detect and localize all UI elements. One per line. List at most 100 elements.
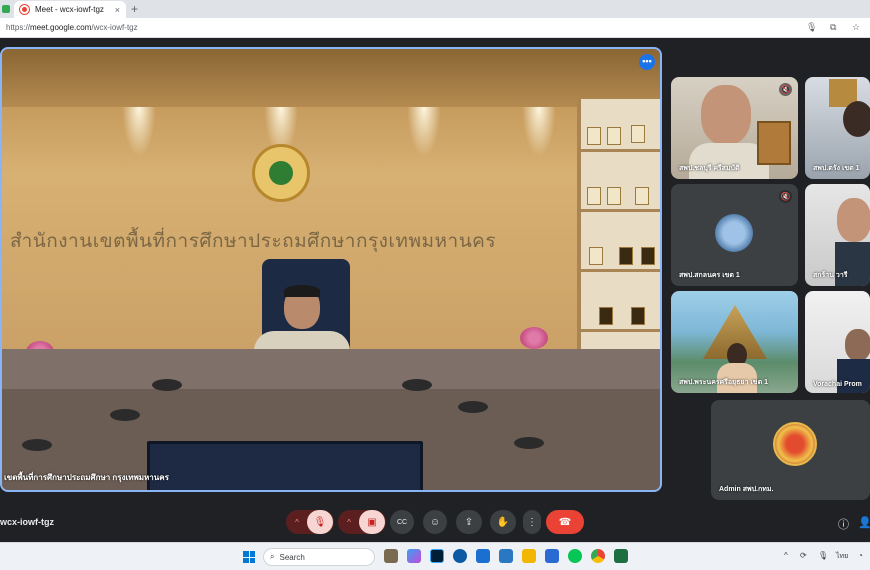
- taskbar-search-box[interactable]: ⌕ Search: [263, 548, 375, 566]
- mic-muted-icon: 🔇: [779, 83, 792, 96]
- present-now-button[interactable]: ⇪: [456, 510, 482, 534]
- address-bar[interactable]: https://meet.google.com/wcx-iowf-tgz 🎙 ⧉…: [0, 18, 870, 38]
- tile-more-options-icon[interactable]: •••: [639, 54, 655, 70]
- raise-hand-button[interactable]: ✋: [490, 510, 516, 534]
- participant-face: [837, 198, 870, 242]
- meeting-details-icon[interactable]: ⓘ: [838, 516, 849, 532]
- participant-name: Vorachai Prom: [813, 381, 862, 388]
- copilot-icon[interactable]: [407, 549, 421, 563]
- camera-off-button[interactable]: ▣: [359, 510, 385, 534]
- flower-vase: [520, 327, 548, 349]
- participant-name: สกร้าน วารี: [813, 272, 848, 279]
- tray-microphone-icon[interactable]: 🎙: [818, 551, 828, 560]
- desk-microphone: [110, 409, 140, 421]
- ceiling-light: [122, 107, 156, 157]
- participant-tile[interactable]: สกร้าน วารี: [805, 184, 870, 286]
- line-icon[interactable]: [568, 549, 582, 563]
- more-vert-icon: ⋮: [527, 516, 537, 528]
- desk-microphone: [402, 379, 432, 391]
- url-text[interactable]: https://meet.google.com/wcx-iowf-tgz: [6, 23, 138, 32]
- main-video-tile[interactable]: สำนักงานเขตพื้นที่การศึกษาประถมศึกษากรุง…: [0, 47, 662, 492]
- tray-language[interactable]: ไทย: [836, 551, 848, 562]
- meet-control-bar: wcx-iowf-tgz ^ 🎙 ^ ▣ CC ☺ ⇪ ✋ ⋮ ☎ ⓘ 👤: [0, 500, 870, 542]
- participant-tile[interactable]: 🔇 สพป.สกลนคร เขต 1: [671, 184, 798, 286]
- chrome-icon[interactable]: [591, 549, 605, 563]
- desk-microphone: [514, 437, 544, 449]
- mic-off-button[interactable]: 🎙: [307, 510, 333, 534]
- install-app-icon[interactable]: ⧉: [830, 22, 836, 33]
- participant-name: Admin สพป.กทม.: [719, 486, 774, 493]
- participant-tile[interactable]: Admin สพป.กทม.: [711, 400, 870, 500]
- participant-tile[interactable]: Vorachai Prom: [805, 291, 870, 393]
- participant-avatar: [715, 214, 753, 252]
- url-scheme: https://: [6, 23, 31, 32]
- main-tile-name-label: เขตพื้นที่การศึกษาประถมศึกษา กรุงเทพมหาน…: [4, 473, 169, 482]
- folder-icon[interactable]: [522, 549, 536, 563]
- participant-tile[interactable]: สพป.พระนครศรีอยุธยา เขต 1: [671, 291, 798, 393]
- url-host: meet.google.com: [30, 23, 92, 32]
- tab-group-icon[interactable]: [2, 5, 10, 13]
- file-explorer-icon[interactable]: [384, 549, 398, 563]
- more-options-button[interactable]: ⋮: [523, 510, 541, 534]
- participant-avatar: [773, 422, 817, 466]
- emoji-icon: ☺: [429, 516, 441, 528]
- participant-name: สพป.ตรัง เขต 1: [813, 165, 860, 172]
- search-icon: ⌕: [270, 552, 275, 561]
- speaker-hair: [284, 285, 320, 297]
- desk-microphone: [152, 379, 182, 391]
- app-icon[interactable]: [499, 549, 513, 563]
- tab-close-icon[interactable]: ×: [115, 5, 120, 15]
- search-placeholder: Search: [279, 552, 305, 562]
- browser-tab-meet[interactable]: Meet - wcx-iowf-tgz ×: [14, 1, 126, 18]
- portrait-frame: [757, 121, 791, 165]
- participant-name: สพป.ชลบุรี ศรีสมบัติ: [679, 165, 740, 172]
- wall-sign-text: สำนักงานเขตพื้นที่การศึกษาประถมศึกษากรุง…: [10, 230, 497, 252]
- desk-monitor: [147, 441, 423, 490]
- notepad-icon[interactable]: [545, 549, 559, 563]
- mic-control-group[interactable]: ^ 🎙: [286, 510, 334, 534]
- camera-control-group[interactable]: ^ ▣: [338, 510, 386, 534]
- captions-icon: CC: [396, 518, 408, 526]
- windows-taskbar: ⌕ Search ^ ⟳ 🎙 ไทย ◔: [0, 542, 870, 570]
- conference-table-top: [2, 349, 660, 389]
- end-call-icon: ☎: [558, 516, 572, 528]
- meeting-code: wcx-iowf-tgz: [0, 517, 54, 527]
- tab-title: Meet - wcx-iowf-tgz: [35, 5, 104, 14]
- store-icon[interactable]: [476, 549, 490, 563]
- participant-name: สพป.สกลนคร เขต 1: [679, 272, 740, 279]
- tray-sync-icon[interactable]: ⟳: [800, 551, 807, 560]
- captions-button[interactable]: CC: [390, 510, 414, 534]
- participant-name: สพป.พระนครศรีอยุธยา เขต 1: [679, 379, 768, 386]
- url-path: /wcx-iowf-tgz: [91, 23, 138, 32]
- ceiling-light: [407, 107, 441, 157]
- mic-off-icon: 🎙: [313, 516, 327, 528]
- bookmark-star-icon[interactable]: ☆: [852, 22, 860, 33]
- microphone-icon[interactable]: 🎙: [806, 22, 817, 33]
- desk-microphone: [458, 401, 488, 413]
- hand-icon: ✋: [496, 516, 510, 528]
- leave-call-button[interactable]: ☎: [546, 510, 584, 534]
- windows-start-icon[interactable]: [243, 551, 255, 563]
- camera-options-caret-icon[interactable]: ^: [339, 518, 359, 527]
- tray-chevron-icon[interactable]: ^: [784, 551, 788, 560]
- present-icon: ⇪: [464, 516, 474, 528]
- desk-microphone: [22, 439, 52, 451]
- meet-recording-icon: [20, 5, 29, 14]
- browser-tab-strip: Meet - wcx-iowf-tgz × +: [0, 0, 870, 18]
- people-icon[interactable]: 👤: [858, 516, 870, 529]
- mic-muted-icon: 🔇: [779, 190, 792, 203]
- ministry-emblem: [252, 144, 310, 202]
- participant-tile[interactable]: 🔇 สพป.ชลบุรี ศรีสมบัติ: [671, 77, 798, 179]
- participant-tile[interactable]: สพป.ตรัง เขต 1: [805, 77, 870, 179]
- participant-face: [701, 85, 751, 145]
- room-ceiling: [2, 49, 660, 107]
- emoji-reaction-button[interactable]: ☺: [423, 510, 447, 534]
- edge-icon[interactable]: [453, 549, 467, 563]
- participant-face: [845, 329, 870, 361]
- excel-icon[interactable]: [614, 549, 628, 563]
- tray-network-icon[interactable]: ◔: [858, 551, 863, 560]
- new-tab-button[interactable]: +: [131, 2, 138, 16]
- mic-options-caret-icon[interactable]: ^: [287, 518, 307, 527]
- participant-face: [843, 101, 870, 137]
- photoshop-icon[interactable]: [430, 549, 444, 563]
